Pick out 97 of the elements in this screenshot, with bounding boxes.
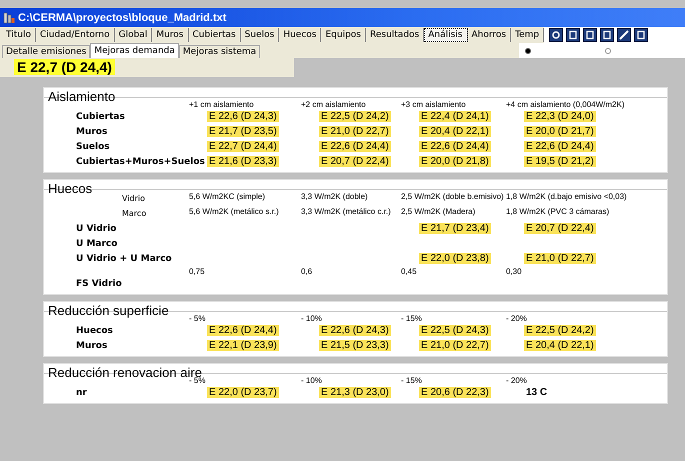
tab[interactable]: Huecos	[279, 28, 322, 42]
result-value: E 22,5 (D 24,3)	[419, 325, 491, 336]
row-label: Huecos	[76, 326, 113, 336]
toolbar-icon[interactable]	[600, 28, 614, 42]
toolbar-icon[interactable]	[549, 28, 564, 42]
row-label: FS Vidrio	[76, 279, 122, 289]
result-value: E 20,0 (D 21,8)	[419, 156, 491, 167]
tab[interactable]: Ciudad/Entorno	[36, 28, 115, 42]
result-value: E 21,0 (D 22,7)	[319, 126, 391, 137]
result-value: E 21,0 (D 22,7)	[524, 253, 596, 264]
row-label: U Vidrio + U Marco	[76, 254, 172, 264]
tab[interactable]: Titulo	[2, 28, 36, 42]
toolbar-icon[interactable]	[583, 28, 598, 42]
column-header: +2 cm aislamiento	[301, 100, 366, 109]
column-header: 5,6 W/m2K (metálico s.r.)	[189, 207, 279, 216]
tab[interactable]: Análisis	[424, 28, 468, 42]
column-header: +4 cm aislamiento (0,004W/m2K)	[506, 100, 624, 109]
radio-button[interactable]	[525, 48, 531, 54]
section-title: Huecos	[48, 182, 94, 195]
column-header: 3,3 W/m2K (metálico c.r.)	[301, 207, 391, 216]
row-label: Cubiertas+Muros+Suelos	[76, 157, 205, 167]
result-value: E 19,5 (D 21,2)	[524, 156, 596, 167]
tab[interactable]: Detalle emisiones	[2, 45, 90, 58]
row-label: Marco	[122, 209, 146, 218]
radio-button[interactable]	[605, 48, 611, 54]
tab[interactable]: Mejoras sistema	[178, 45, 260, 58]
row-label: Cubiertas	[76, 112, 125, 122]
tab[interactable]: Cubiertas	[188, 28, 241, 42]
result-value: E 22,3 (D 24,0)	[524, 111, 596, 122]
row-label: U Vidrio	[76, 224, 116, 234]
tab[interactable]: Equipos	[321, 28, 366, 42]
result-value: E 21,5 (D 23,3)	[319, 340, 391, 351]
result-value: E 21,6 (D 23,3)	[207, 156, 279, 167]
result-value: E 21,7 (D 23,4)	[419, 223, 491, 234]
summary-score: E 22,7 (D 24,4)	[14, 59, 115, 75]
tab[interactable]: Muros	[152, 28, 188, 42]
column-header: +3 cm aislamiento	[401, 100, 466, 109]
column-header: 2,5 W/m2K (Madera)	[401, 207, 476, 216]
column-header: 0,6	[301, 267, 312, 276]
result-value: E 22,6 (D 24,4)	[419, 141, 491, 152]
result-value: E 22,5 (D 24,2)	[524, 325, 596, 336]
result-value: E 22,7 (D 24,4)	[207, 141, 279, 152]
tab[interactable]: Suelos	[240, 28, 280, 42]
column-header: - 5%	[189, 376, 206, 385]
row-label: Muros	[76, 341, 108, 351]
result-value: E 22,0 (D 23,7)	[207, 387, 279, 398]
result-value: E 22,6 (D 24,3)	[207, 111, 279, 122]
window-title: C:\CERMA\proyectos\bloque_Madrid.txt	[18, 12, 226, 24]
row-label: Muros	[76, 127, 108, 137]
result-value: E 22,6 (D 24,4)	[319, 141, 391, 152]
tab[interactable]: Ahorros	[468, 28, 512, 42]
tab[interactable]: Global	[114, 28, 152, 42]
result-value: E 20,6 (D 22,3)	[419, 387, 491, 398]
result-value: E 20,4 (D 22,1)	[524, 340, 596, 351]
app-icon	[3, 12, 15, 24]
result-value: E 22,1 (D 23,9)	[207, 340, 279, 351]
column-header: 2,5 W/m2K (doble b.emisivo)	[401, 192, 504, 201]
row-label: nr	[76, 388, 87, 398]
column-header: 0,45	[401, 267, 417, 276]
result-value: E 22,6 (D 24,3)	[319, 325, 391, 336]
row-label: Vidrio	[122, 194, 146, 203]
result-value: E 21,0 (D 22,7)	[419, 340, 491, 351]
column-header: 5,6 W/m2KC (simple)	[189, 192, 266, 201]
toolbar-icon[interactable]	[634, 28, 648, 42]
result-value: E 22,5 (D 24,2)	[319, 111, 391, 122]
result-value: E 22,0 (D 23,8)	[419, 253, 491, 264]
column-header: - 10%	[301, 314, 322, 323]
result-value: E 20,4 (D 22,1)	[419, 126, 491, 137]
result-value: E 20,0 (D 21,7)	[524, 126, 596, 137]
result-value: 13 C	[525, 387, 548, 398]
tab[interactable]: Mejoras demanda	[90, 43, 179, 58]
result-value: E 22,4 (D 24,1)	[419, 111, 491, 122]
column-header: - 5%	[189, 314, 206, 323]
result-value: E 20,7 (D 22,4)	[524, 223, 596, 234]
row-label: U Marco	[76, 239, 118, 249]
column-header: +1 cm aislamiento	[189, 100, 254, 109]
section-title: Aislamiento	[48, 90, 116, 103]
column-header: - 20%	[506, 376, 527, 385]
result-value: E 21,3 (D 23,0)	[319, 387, 391, 398]
column-header: 1,8 W/m2K (d.bajo emisivo <0,03)	[506, 192, 627, 201]
column-header: 0,30	[506, 267, 522, 276]
result-value: E 21,7 (D 23,5)	[207, 126, 279, 137]
row-label: Suelos	[76, 142, 110, 152]
result-value: E 22,6 (D 24,4)	[524, 141, 596, 152]
column-header: - 15%	[401, 376, 422, 385]
column-header: 0,75	[189, 267, 205, 276]
section-title: Reducción renovacion aire	[48, 366, 202, 379]
toolbar-icon[interactable]	[566, 28, 580, 42]
column-header: 1,8 W/m2K (PVC 3 cámaras)	[506, 207, 610, 216]
column-header: - 20%	[506, 314, 527, 323]
section-title: Reducción superficie	[48, 304, 170, 317]
column-header: - 15%	[401, 314, 422, 323]
result-value: E 22,6 (D 24,4)	[207, 325, 279, 336]
column-header: 3,3 W/m2K (doble)	[301, 192, 368, 201]
toolbar-icon[interactable]	[617, 28, 632, 42]
column-header: - 10%	[301, 376, 322, 385]
result-value: E 20,7 (D 22,4)	[319, 156, 391, 167]
